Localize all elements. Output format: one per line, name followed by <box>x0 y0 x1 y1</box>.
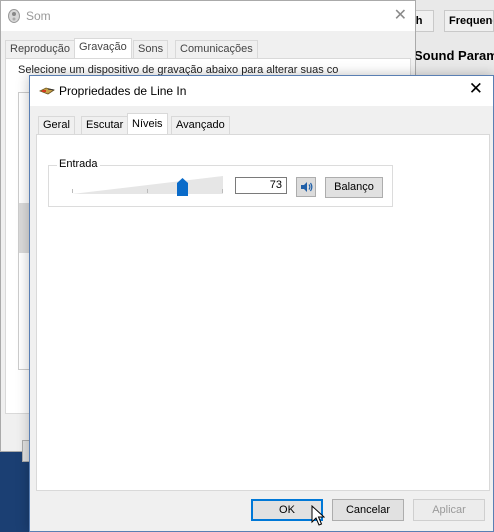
sound-window-titlebar: Som ✕ <box>1 1 415 31</box>
tab-playback[interactable]: Reprodução <box>5 40 75 59</box>
close-icon[interactable]: ✕ <box>469 79 483 99</box>
level-value-input[interactable]: 73 <box>235 177 287 194</box>
levels-panel: Entrada 73 Balanço <box>36 134 490 491</box>
input-level-slider[interactable] <box>72 176 223 196</box>
tab-advanced[interactable]: Avançado <box>171 116 230 135</box>
apply-button[interactable]: Aplicar <box>413 499 485 521</box>
tab-listen[interactable]: Escutar <box>81 116 129 135</box>
speaker-icon <box>301 182 313 192</box>
dialog-title: Propriedades de Line In <box>59 84 187 98</box>
speaker-app-icon <box>8 9 20 23</box>
background-heading: Sound Param <box>414 48 494 63</box>
slider-tick <box>147 189 148 193</box>
background-tab-frequency[interactable]: Frequenc <box>444 10 494 32</box>
slider-tick <box>72 189 73 193</box>
tab-general[interactable]: Geral <box>38 116 75 135</box>
line-in-device-icon <box>39 87 55 95</box>
mute-button[interactable] <box>296 177 316 197</box>
slider-tick <box>222 189 223 193</box>
tab-recording[interactable]: Gravação <box>74 38 132 60</box>
tab-sounds[interactable]: Sons <box>133 40 169 59</box>
dialog-titlebar: Propriedades de Line In ✕ <box>30 76 493 106</box>
input-group-label: Entrada <box>57 158 100 170</box>
desktop-area <box>0 450 30 532</box>
close-icon[interactable]: ✕ <box>394 5 407 25</box>
line-in-properties-dialog: Propriedades de Line In ✕ Geral Escutar … <box>29 75 494 532</box>
tab-levels[interactable]: Níveis <box>127 113 168 136</box>
mouse-cursor-icon <box>311 505 325 526</box>
cancel-button[interactable]: Cancelar <box>332 499 404 521</box>
tab-communications[interactable]: Comunicações <box>175 40 258 59</box>
sound-window-title: Som <box>26 9 51 23</box>
input-level-group: Entrada 73 Balanço <box>48 158 393 207</box>
balance-button[interactable]: Balanço <box>325 177 383 198</box>
